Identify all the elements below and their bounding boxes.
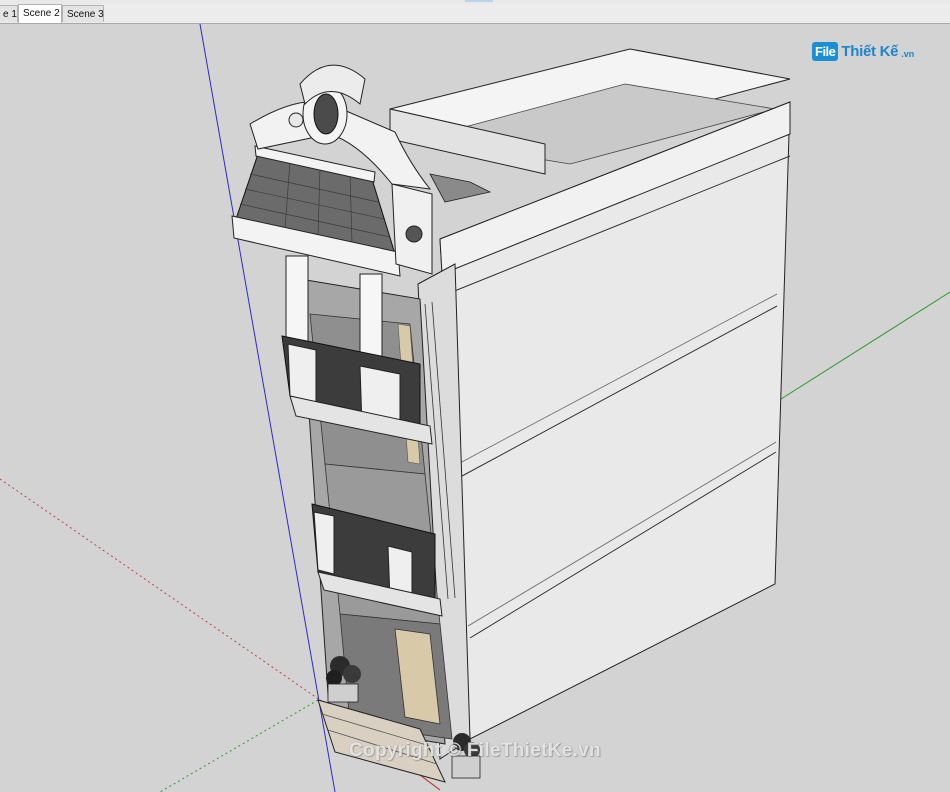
- tab-scene-2[interactable]: Scene 2: [18, 4, 62, 23]
- model-canvas[interactable]: [0, 24, 950, 792]
- roof-grille: [429, 173, 492, 203]
- tab-scene-1[interactable]: e 1: [0, 5, 18, 22]
- crest-oval: [313, 93, 339, 135]
- 3d-model-viewport[interactable]: File Thiết Kế .vn Copyright © FileThietK…: [0, 24, 950, 792]
- logo-name: Thiết Kế: [841, 42, 899, 60]
- tab-scene-3[interactable]: Scene 3: [62, 5, 104, 22]
- copyright-watermark: Copyright © FileThietKe.vn: [349, 740, 601, 761]
- logo-tld: .vn: [901, 48, 915, 59]
- site-logo: File Thiết Kế .vn: [812, 38, 914, 64]
- toolbar-selected-tool[interactable]: [465, 0, 493, 2]
- pillar-medallion: [405, 225, 423, 243]
- column-left: [285, 255, 309, 352]
- upper-balcony-post-left: [287, 343, 317, 403]
- green-axis-line: [769, 291, 950, 407]
- scene-tab-bar: e 1 Scene 2 Scene 3: [0, 4, 950, 24]
- red-axis-dashed: [0, 478, 321, 701]
- scroll-ornament: [288, 112, 304, 128]
- logo-mark: File: [812, 41, 839, 61]
